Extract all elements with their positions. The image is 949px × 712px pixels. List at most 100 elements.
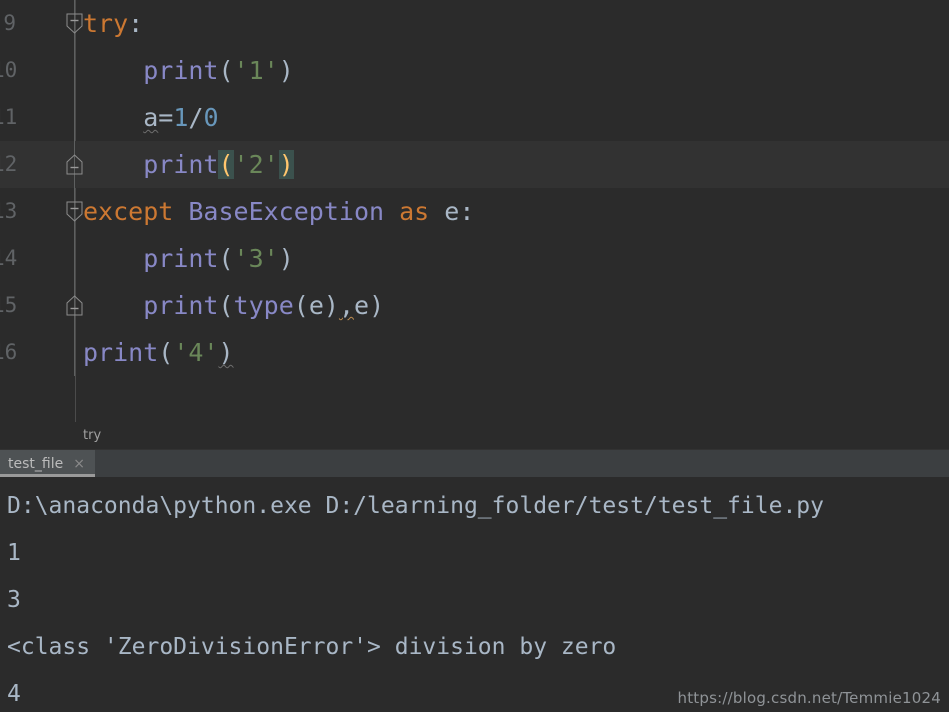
code-token: 0 bbox=[203, 103, 219, 132]
line-number: 14 bbox=[0, 246, 18, 270]
code-token: '4' bbox=[173, 338, 219, 367]
code-line[interactable]: 13 except BaseException as e: bbox=[0, 188, 949, 235]
code-token: print bbox=[143, 150, 219, 179]
code-line[interactable]: 14 print('3') bbox=[0, 235, 949, 282]
console-tab-bar[interactable]: test_file × bbox=[0, 449, 949, 477]
code-lines-container[interactable]: 9try:10 print('1')11 a=1/012 print('2')1… bbox=[0, 0, 949, 422]
code-token: as bbox=[399, 197, 430, 226]
editor-gutter[interactable]: 9 bbox=[0, 0, 83, 47]
code-token: ) bbox=[323, 291, 339, 320]
code-token: ( bbox=[293, 291, 309, 320]
code-token: ) bbox=[218, 338, 234, 367]
code-token: ) bbox=[278, 56, 294, 85]
code-line-text: print(type(e),e) bbox=[83, 282, 384, 329]
code-token: print bbox=[143, 291, 219, 320]
fold-region-line bbox=[74, 47, 75, 94]
code-line-text: except BaseException as e: bbox=[83, 188, 474, 235]
line-number: 10 bbox=[0, 58, 18, 82]
line-number: 12 bbox=[0, 152, 18, 176]
code-line[interactable]: 15 print(type(e),e) bbox=[0, 282, 949, 329]
code-token: ( bbox=[218, 56, 234, 85]
code-token: ) bbox=[278, 150, 294, 179]
code-line[interactable]: 12 print('2') bbox=[0, 141, 949, 188]
code-line[interactable]: 11 a=1/0 bbox=[0, 94, 949, 141]
editor-gutter[interactable]: 16 bbox=[0, 329, 78, 376]
watermark: https://blog.csdn.net/Temmie1024 bbox=[677, 689, 941, 707]
code-line[interactable]: 16 print('4') bbox=[0, 329, 949, 376]
code-token: ) bbox=[278, 244, 294, 273]
code-token: '2' bbox=[233, 150, 279, 179]
code-token: try bbox=[83, 9, 129, 38]
code-token: e bbox=[308, 291, 324, 320]
code-token: '3' bbox=[233, 244, 279, 273]
tab-test_file[interactable]: test_file × bbox=[0, 450, 95, 477]
line-number: 13 bbox=[0, 199, 18, 223]
console-line: 3 bbox=[7, 587, 21, 613]
console-line: 1 bbox=[7, 540, 21, 566]
code-token: ( bbox=[158, 338, 174, 367]
editor-gutter[interactable]: 10 bbox=[0, 47, 78, 94]
editor-gutter[interactable]: 12 bbox=[0, 141, 83, 188]
code-line-text: a=1/0 bbox=[83, 94, 219, 141]
code-token: ) bbox=[369, 291, 385, 320]
code-token: ( bbox=[218, 244, 234, 273]
code-line-text: print('4') bbox=[83, 329, 234, 376]
editor-gutter[interactable]: 14 bbox=[0, 235, 78, 282]
line-number: 15 bbox=[0, 293, 18, 317]
code-token: e bbox=[354, 291, 370, 320]
code-token: / bbox=[188, 103, 204, 132]
code-token: ( bbox=[218, 291, 234, 320]
code-token: print bbox=[83, 338, 159, 367]
fold-region-line bbox=[74, 329, 75, 376]
editor-gutter[interactable]: 15 bbox=[0, 282, 83, 329]
code-token: '1' bbox=[233, 56, 279, 85]
editor-gutter[interactable]: 13 bbox=[0, 188, 83, 235]
code-token: a bbox=[143, 103, 159, 132]
code-token: , bbox=[338, 291, 355, 320]
breadcrumb[interactable]: try bbox=[83, 423, 101, 449]
ide-window: 9try:10 print('1')11 a=1/012 print('2')1… bbox=[0, 0, 949, 712]
code-token: e bbox=[444, 197, 460, 226]
console-output: D:\anaconda\python.exe D:/learning_folde… bbox=[7, 483, 947, 712]
code-line[interactable]: 10 print('1') bbox=[0, 47, 949, 94]
code-token: BaseException bbox=[188, 197, 385, 226]
code-line-text: print('3') bbox=[83, 235, 294, 282]
code-line[interactable]: 9 try: bbox=[0, 0, 949, 47]
line-number: 9 bbox=[3, 11, 16, 35]
fold-open-icon[interactable] bbox=[66, 201, 83, 222]
editor-gutter[interactable]: 11 bbox=[0, 94, 78, 141]
code-token: type bbox=[233, 291, 294, 320]
console-line: <class 'ZeroDivisionError'> division by … bbox=[7, 634, 617, 660]
run-console[interactable]: D:\anaconda\python.exe D:/learning_folde… bbox=[0, 477, 949, 712]
code-token: : bbox=[128, 9, 144, 38]
code-token: : bbox=[459, 197, 475, 226]
code-line-text: print('2') bbox=[83, 141, 294, 188]
code-token: print bbox=[143, 244, 219, 273]
fold-region-line bbox=[74, 235, 75, 282]
fold-end-icon[interactable] bbox=[66, 154, 83, 175]
code-line-text: print('1') bbox=[83, 47, 294, 94]
tab-label: test_file bbox=[8, 455, 64, 472]
code-token: print bbox=[143, 56, 219, 85]
console-line: D:\anaconda\python.exe D:/learning_folde… bbox=[7, 493, 824, 519]
fold-end-icon[interactable] bbox=[66, 295, 83, 316]
code-token: 1 bbox=[173, 103, 189, 132]
code-token: except bbox=[83, 197, 174, 226]
line-number: 16 bbox=[0, 340, 18, 364]
fold-region-line bbox=[74, 94, 75, 141]
code-editor[interactable]: 9try:10 print('1')11 a=1/012 print('2')1… bbox=[0, 0, 949, 422]
close-icon[interactable]: × bbox=[73, 457, 85, 471]
breadcrumb-bar: try bbox=[0, 422, 949, 449]
code-token: ( bbox=[218, 150, 234, 179]
fold-open-icon[interactable] bbox=[66, 13, 83, 34]
code-line-text: try: bbox=[83, 0, 143, 47]
code-token: = bbox=[158, 103, 174, 132]
